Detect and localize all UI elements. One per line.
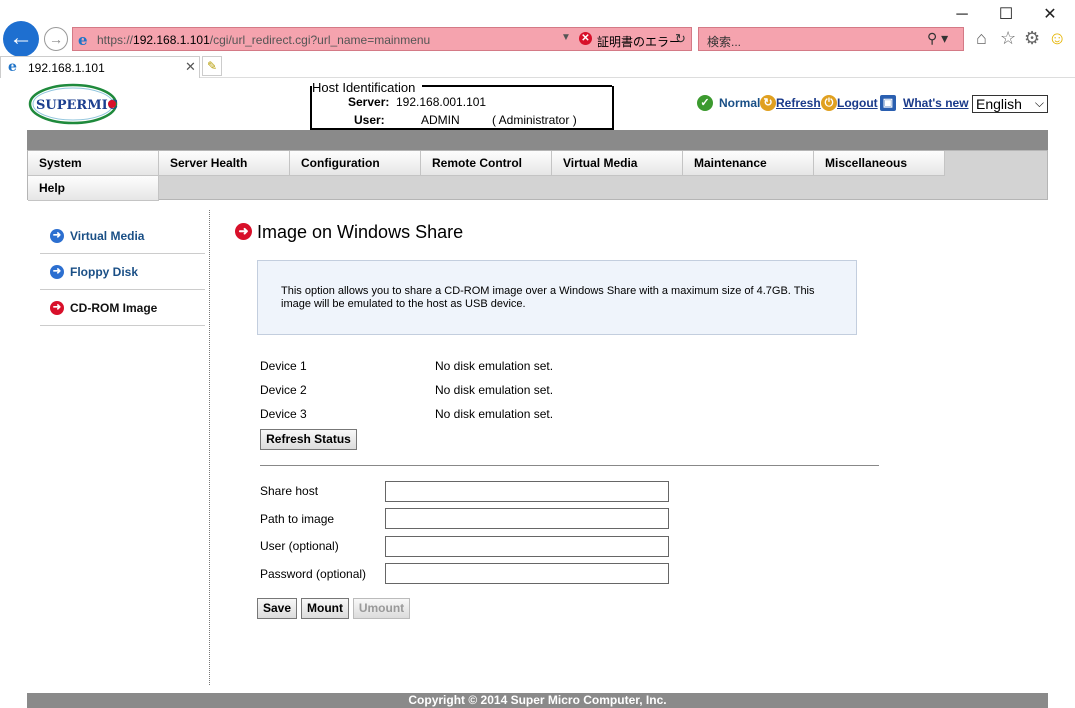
search-box[interactable]: 検索... ⚲ ▾ [698, 27, 964, 51]
device-2-label: Device 2 [260, 383, 307, 397]
sidebar-item-label: Virtual Media [70, 229, 145, 243]
browser-chrome: ─ ☐ ✕ ← → e https://192.168.1.101/cgi/ur… [0, 0, 1075, 78]
new-tab-icon: ✎ [206, 59, 218, 73]
logout-link[interactable]: Logout [837, 96, 878, 110]
chevron-down-icon[interactable]: ▼ [561, 32, 571, 43]
password-optional-label: Password (optional) [260, 567, 367, 581]
language-select[interactable]: English ⌵ [972, 95, 1048, 113]
arrow-right-icon: → [49, 31, 63, 47]
supermicro-logo: SUPERMICR [28, 83, 129, 125]
maximize-icon[interactable]: ☐ [984, 4, 1028, 26]
user-label: User: [354, 113, 385, 127]
tab-divider [200, 77, 1075, 78]
menu-system[interactable]: System [28, 151, 159, 176]
home-icon[interactable]: ⌂ [976, 28, 987, 49]
back-button[interactable]: ← [3, 21, 39, 57]
menu-maintenance[interactable]: Maintenance [683, 151, 814, 176]
menu-configuration[interactable]: Configuration [290, 151, 421, 176]
close-window-icon[interactable]: ✕ [1028, 4, 1072, 26]
refresh-status-button[interactable]: Refresh Status [260, 429, 357, 450]
arrow-right-icon: ➜ [235, 223, 252, 240]
whats-new-link[interactable]: What's new [903, 96, 969, 110]
chevron-down-icon: ⌵ [1034, 96, 1044, 110]
device-3-label: Device 3 [260, 407, 307, 421]
device-3-status: No disk emulation set. [435, 407, 554, 421]
ie-tab-icon: e [8, 59, 17, 75]
menu-remote-control[interactable]: Remote Control [421, 151, 552, 176]
user-role: ( Administrator ) [492, 113, 577, 127]
footer: Copyright © 2014 Super Micro Computer, I… [27, 693, 1048, 708]
section-divider [260, 465, 879, 466]
host-identification: Host Identification Server: 192.168.001.… [310, 80, 614, 130]
search-input[interactable]: 検索... [707, 33, 741, 50]
sidebar-item-floppy-disk[interactable]: ➜ Floppy Disk [40, 254, 205, 290]
device-1-label: Device 1 [260, 359, 307, 373]
check-icon: ✓ [697, 95, 713, 111]
server-value: 192.168.001.101 [396, 95, 487, 109]
tab-title: 192.168.1.101 [28, 61, 105, 75]
share-host-label: Share host [260, 484, 319, 498]
device-1-status: No disk emulation set. [435, 359, 554, 373]
search-icon[interactable]: ⚲ ▾ [927, 30, 948, 47]
sidebar-item-label: Floppy Disk [70, 265, 139, 279]
mount-button[interactable]: Mount [301, 598, 349, 619]
share-host-input[interactable] [385, 481, 669, 502]
sidebar-item-cdrom-image[interactable]: ➜ CD-ROM Image [40, 290, 205, 326]
menu-help[interactable]: Help [28, 176, 159, 201]
gear-icon[interactable]: ⚙ [1024, 28, 1040, 49]
info-box: This option allows you to share a CD-ROM… [257, 260, 857, 335]
url-text: https://192.168.1.101/cgi/url_redirect.c… [97, 33, 431, 47]
cert-error-icon[interactable]: ✕ [579, 32, 592, 45]
star-icon[interactable]: ☆ [1000, 28, 1016, 49]
arrow-right-icon: ➜ [50, 229, 64, 243]
user-input[interactable] [385, 536, 669, 557]
smiley-icon[interactable]: ☺ [1048, 28, 1066, 49]
host-legend: Host Identification [312, 80, 419, 95]
arrow-right-icon: ➜ [50, 265, 64, 279]
copyright-text: Copyright © 2014 Super Micro Computer, I… [408, 693, 667, 707]
menu-miscellaneous[interactable]: Miscellaneous [814, 151, 945, 176]
cert-error-label[interactable]: 証明書のエラー [597, 33, 681, 50]
new-tab-button[interactable]: ✎ [202, 56, 222, 76]
forward-button[interactable]: → [44, 27, 68, 51]
refresh-icon[interactable]: ↻ [760, 95, 776, 111]
device-2-status: No disk emulation set. [435, 383, 554, 397]
browser-tab[interactable]: e 192.168.1.101 ✕ [0, 56, 200, 78]
menu-server-health[interactable]: Server Health [159, 151, 290, 176]
refresh-link[interactable]: Refresh [776, 96, 821, 110]
server-label: Server: [348, 95, 390, 109]
ie-icon: e [78, 31, 88, 49]
status-normal: Normal [719, 96, 761, 110]
umount-button[interactable]: Umount [353, 598, 410, 619]
path-to-image-label: Path to image [260, 512, 335, 526]
svg-text:SUPERMICR: SUPERMICR [36, 98, 118, 113]
logout-icon[interactable]: ⏻ [821, 95, 837, 111]
arrow-right-icon: ➜ [50, 301, 64, 315]
main-menu: System Server Health Configuration Remot… [27, 150, 1048, 201]
header-gray-bar [27, 130, 1048, 150]
address-bar[interactable]: e https://192.168.1.101/cgi/url_redirect… [72, 27, 692, 51]
reload-icon[interactable]: ↻ [675, 31, 686, 47]
path-to-image-input[interactable] [385, 508, 669, 529]
language-value: English [976, 96, 1022, 112]
sidebar-divider [209, 210, 210, 685]
sidebar-item-virtual-media[interactable]: ➜ Virtual Media [40, 218, 205, 254]
page-title: Image on Windows Share [257, 222, 464, 242]
sidebar-item-label: CD-ROM Image [70, 301, 158, 315]
monitor-icon[interactable]: ▣ [880, 95, 896, 111]
password-input[interactable] [385, 563, 669, 584]
arrow-left-icon: ← [9, 24, 33, 51]
host-box-border [422, 85, 612, 87]
user-optional-label: User (optional) [260, 539, 339, 553]
minimize-icon[interactable]: ─ [940, 4, 984, 26]
save-button[interactable]: Save [257, 598, 297, 619]
close-tab-icon[interactable]: ✕ [185, 59, 196, 75]
info-text: This option allows you to share a CD-ROM… [281, 285, 815, 310]
user-value: ADMIN [421, 113, 460, 127]
menu-virtual-media[interactable]: Virtual Media [552, 151, 683, 176]
